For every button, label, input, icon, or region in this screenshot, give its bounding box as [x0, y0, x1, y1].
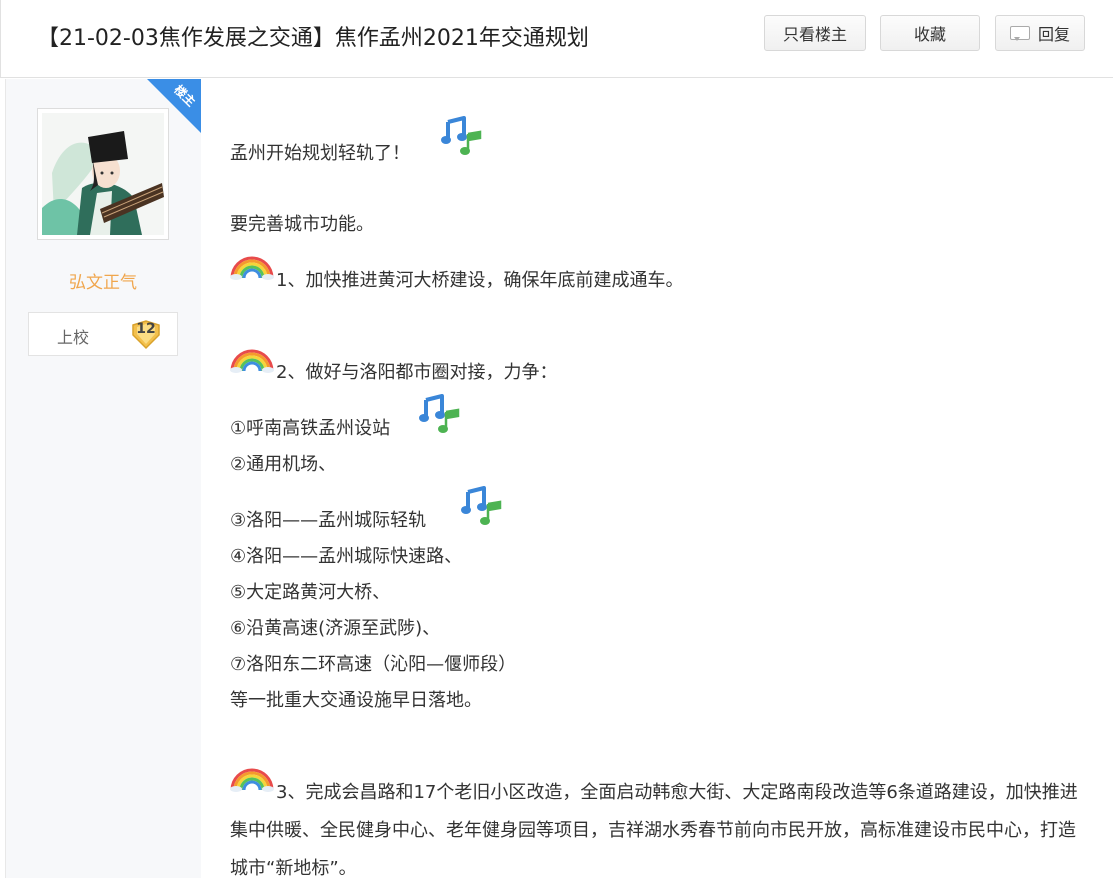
speech-bubble-icon: [1009, 26, 1030, 41]
rainbow-emoji-icon: [230, 349, 274, 373]
op-corner-label: 楼主: [171, 82, 199, 110]
avatar[interactable]: [37, 108, 169, 240]
post-line-3: 1、加快推进黄河大桥建设，确保年底前建成通车。: [276, 270, 684, 291]
post-line-7: ③洛阳——孟州城际轻轨: [230, 510, 427, 531]
rainbow-emoji-icon: [230, 256, 274, 280]
post-line-4: 2、做好与洛阳都市圈对接，力争：: [276, 362, 558, 383]
post-line-2: 要完善城市功能。: [230, 214, 374, 235]
post-line-13: 3、完成会昌路和17个老旧小区改造，全面启动韩愈大街、大定路南段改造等6条道路建…: [230, 782, 1078, 878]
rank-label: 上校: [57, 328, 90, 347]
post-line-5: ①呼南高铁孟州设站: [230, 418, 391, 439]
post-line-11: ⑦洛阳东二环高速（沁阳—偃师段）: [230, 654, 517, 675]
music-note-emoji-icon: [461, 486, 502, 525]
post-line-9: ⑤大定路黄河大桥、: [230, 582, 391, 603]
reply-button[interactable]: 回复: [995, 15, 1085, 51]
level-number: 12: [136, 321, 156, 337]
thread-header: 【21-02-03焦作发展之交通】焦作孟州2021年交通规划 只看楼主 收藏 回…: [0, 0, 1113, 78]
post-line-6: ②通用机场、: [230, 454, 337, 475]
thread-title: 【21-02-03焦作发展之交通】焦作孟州2021年交通规划: [37, 26, 589, 51]
post-line-1: 孟州开始规划轻轨了！: [230, 143, 410, 164]
post-line-10: ⑥沿黄高速(济源至武陟)、: [230, 618, 441, 639]
author-name[interactable]: 弘文正气: [28, 268, 178, 293]
music-note-emoji-icon: [441, 116, 482, 155]
reply-button-label: 回复: [1037, 25, 1070, 44]
music-note-emoji-icon: [419, 394, 460, 433]
post-line-8: ④洛阳——孟州城际快速路、: [230, 546, 463, 567]
post-line-12: 等一批重大交通设施早日落地。: [230, 690, 482, 711]
favorite-button[interactable]: 收藏: [880, 15, 980, 51]
avatar-image: [42, 113, 164, 235]
author-rank: 上校 12: [28, 312, 178, 356]
only-op-button[interactable]: 只看楼主: [764, 15, 866, 51]
